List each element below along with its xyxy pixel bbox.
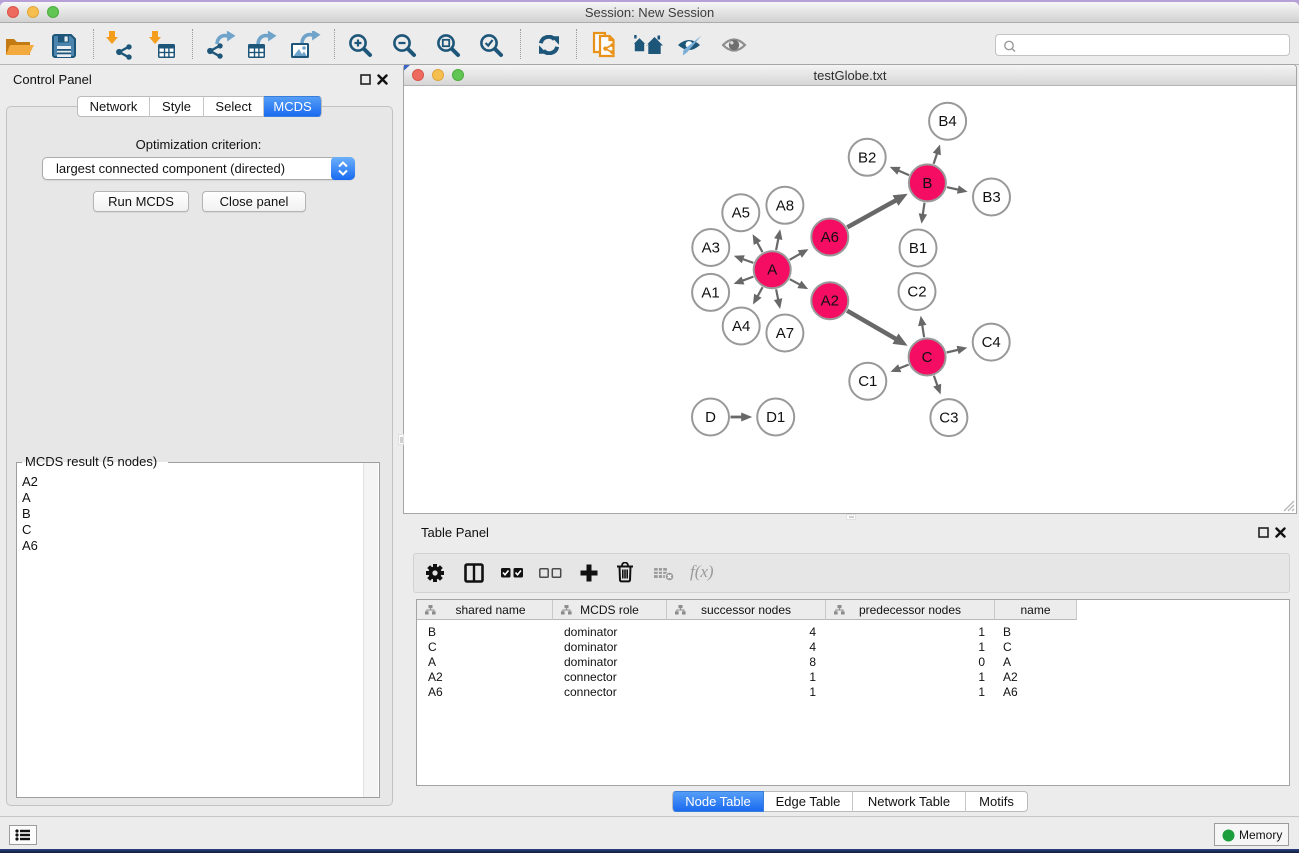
svg-text:A2: A2	[821, 293, 839, 310]
svg-text:A: A	[767, 262, 777, 279]
svg-text:A3: A3	[702, 240, 720, 257]
svg-text:B: B	[922, 175, 932, 192]
svg-text:B1: B1	[909, 240, 927, 257]
svg-text:A5: A5	[732, 205, 750, 222]
svg-text:A7: A7	[776, 325, 794, 342]
svg-text:D1: D1	[766, 409, 785, 426]
svg-text:A1: A1	[701, 284, 719, 301]
svg-text:B4: B4	[938, 113, 956, 130]
svg-text:B2: B2	[858, 149, 876, 166]
svg-text:C3: C3	[939, 410, 958, 427]
svg-text:C2: C2	[907, 284, 926, 301]
svg-text:A4: A4	[732, 318, 750, 335]
svg-text:C: C	[922, 349, 933, 366]
svg-text:B3: B3	[982, 189, 1000, 206]
svg-text:D: D	[705, 409, 716, 426]
svg-text:A6: A6	[821, 229, 839, 246]
svg-text:C4: C4	[982, 334, 1001, 351]
svg-text:C1: C1	[858, 373, 877, 390]
svg-text:A8: A8	[776, 197, 794, 214]
